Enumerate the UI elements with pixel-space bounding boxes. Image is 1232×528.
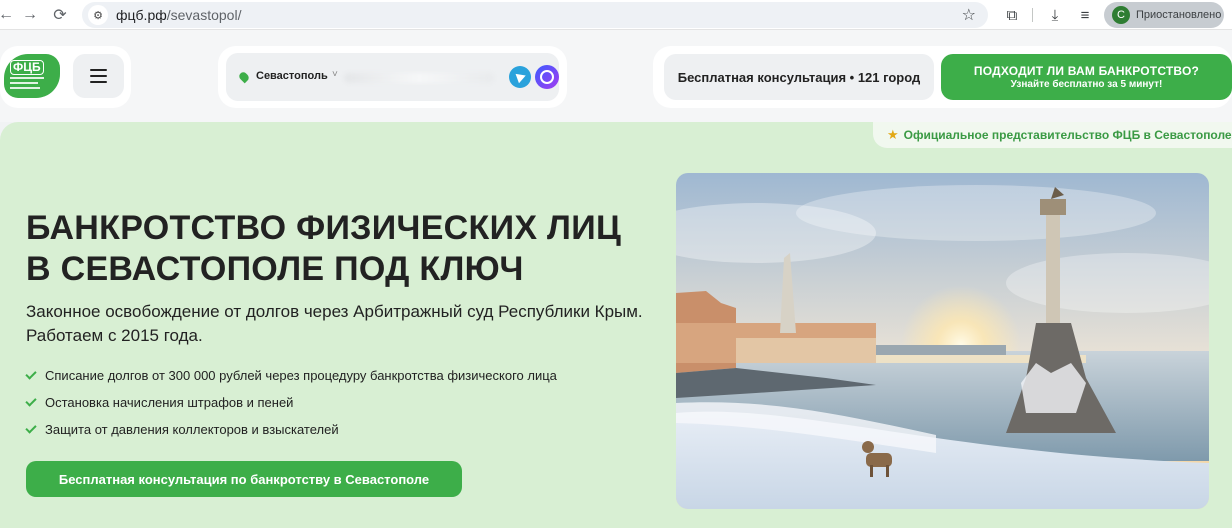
- url-text[interactable]: фцб.рф/sevastopol/: [116, 7, 241, 23]
- profile-button[interactable]: С Приостановлено: [1104, 2, 1224, 28]
- bankruptcy-check-button[interactable]: ПОДХОДИТ ЛИ ВАМ БАНКРОТСТВО? Узнайте бес…: [941, 54, 1232, 100]
- avatar: С: [1112, 6, 1130, 24]
- badge-text: Официальное представительство ФЦБ в Сева…: [903, 128, 1232, 142]
- list-item-text: Списание долгов от 300 000 рублей через …: [45, 368, 557, 383]
- site-header: ФЦБ Севастополь ˅ Бесплатная консультаци…: [0, 30, 1232, 122]
- hero-section: ★ Официальное представительство ФЦБ в Се…: [0, 122, 1232, 528]
- site-settings-icon[interactable]: ⚙: [88, 5, 108, 25]
- browser-toolbar: ← → ⟳ ⚙ фцб.рф/sevastopol/ ☆ ⧉ ⤓ ≡ С При…: [0, 0, 1232, 30]
- url-path: /sevastopol/: [166, 7, 242, 23]
- list-item-text: Защита от давления коллекторов и взыскат…: [45, 422, 339, 437]
- star-icon: ★: [887, 127, 899, 142]
- phone-number-blurred: [344, 73, 494, 83]
- forward-icon[interactable]: →: [18, 3, 42, 27]
- extensions-icon[interactable]: ⧉: [1001, 4, 1023, 26]
- toolbar-separator: [1032, 8, 1033, 22]
- bookmark-star-icon[interactable]: ☆: [962, 5, 976, 25]
- profile-status: Приостановлено: [1136, 9, 1222, 21]
- consultation-button[interactable]: Бесплатная консультация по банкротству в…: [26, 461, 462, 497]
- reload-icon[interactable]: ⟳: [48, 3, 72, 27]
- chevron-down-icon: ˅: [332, 69, 338, 80]
- check-icon: [25, 422, 37, 434]
- bankruptcy-check-title: ПОДХОДИТ ЛИ ВАМ БАНКРОТСТВО?: [973, 64, 1200, 78]
- benefits-list: Списание долгов от 300 000 рублей через …: [25, 362, 557, 443]
- hero-title-line-1: БАНКРОТСТВО ФИЗИЧЕСКИХ ЛИЦ: [26, 209, 622, 247]
- check-icon: [25, 368, 37, 380]
- menu-button[interactable]: [73, 54, 124, 98]
- hero-subtitle: Законное освобождение от долгов через Ар…: [26, 302, 643, 345]
- logo-card: ФЦБ: [0, 46, 131, 108]
- city-contact-card: Севастополь ˅: [218, 46, 567, 108]
- telegram-icon[interactable]: [509, 66, 531, 88]
- site-logo[interactable]: ФЦБ: [4, 54, 60, 98]
- sevastopol-photo: [676, 173, 1209, 509]
- reading-list-icon[interactable]: ≡: [1074, 4, 1096, 26]
- address-bar[interactable]: ⚙ фцб.рф/sevastopol/ ☆: [82, 2, 988, 28]
- official-badge: ★ Официальное представительство ФЦБ в Се…: [873, 122, 1232, 148]
- free-consultation-pill[interactable]: Бесплатная консультация • 121 город: [664, 54, 934, 100]
- download-icon[interactable]: ⤓: [1044, 4, 1066, 26]
- hero-title-line-2: В СЕВАСТОПОЛЕ ПОД КЛЮЧ: [26, 250, 524, 288]
- city-name: Севастополь: [256, 70, 328, 82]
- location-pin-icon: [237, 70, 251, 84]
- messenger-icon[interactable]: [535, 65, 559, 89]
- city-selector[interactable]: Севастополь ˅: [226, 53, 559, 101]
- hamburger-icon: [90, 69, 107, 71]
- logo-text: ФЦБ: [10, 60, 44, 75]
- check-icon: [25, 395, 37, 407]
- list-item-text: Остановка начисления штрафов и пеней: [45, 395, 294, 410]
- header-cta-card: Бесплатная консультация • 121 город ПОДХ…: [653, 46, 1232, 108]
- list-item: Защита от давления коллекторов и взыскат…: [25, 416, 557, 443]
- list-item: Остановка начисления штрафов и пеней: [25, 389, 557, 416]
- bankruptcy-check-subtitle: Узнайте бесплатно за 5 минут!: [1010, 79, 1163, 90]
- hero-title: БАНКРОТСТВО ФИЗИЧЕСКИХ ЛИЦ В СЕВАСТОПОЛЕ…: [26, 208, 666, 290]
- logo-tagline-lines: [10, 77, 48, 92]
- url-host: фцб.рф: [116, 7, 167, 23]
- back-icon[interactable]: ←: [0, 3, 18, 27]
- list-item: Списание долгов от 300 000 рублей через …: [25, 362, 557, 389]
- sevastopol-photo-image: [676, 173, 1209, 509]
